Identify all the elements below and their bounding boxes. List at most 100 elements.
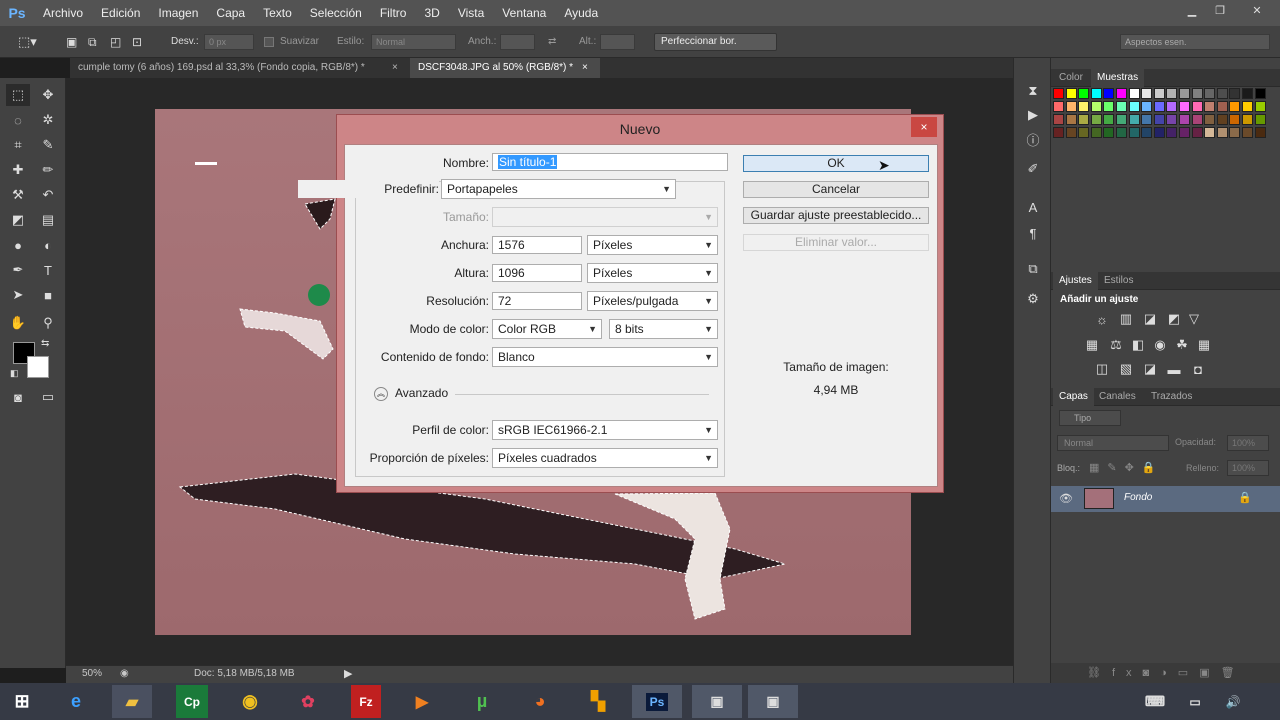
channel-mixer-icon[interactable]: ☘ — [1173, 336, 1191, 354]
color-swatch[interactable] — [1090, 127, 1102, 138]
width-input[interactable] — [500, 34, 535, 50]
opacity-input[interactable]: 100% — [1227, 435, 1269, 451]
media-player-icon[interactable]: ▶ — [402, 685, 442, 718]
modo-color-select[interactable]: Color RGB ▼ — [492, 319, 602, 339]
color-swatch[interactable] — [1128, 88, 1140, 99]
history-panel-icon[interactable]: ⧗ — [1021, 80, 1045, 102]
path-selection-tool-icon[interactable]: ➤ — [6, 284, 30, 306]
filezilla-icon[interactable]: Fz — [351, 685, 381, 718]
color-swatch[interactable] — [1254, 127, 1266, 138]
tab-cumple-tomy[interactable]: cumple tomy (6 años) 169.psd al 33,3% (F… — [70, 58, 405, 78]
color-swatch[interactable] — [1204, 88, 1216, 99]
healing-brush-tool-icon[interactable]: ✚ — [6, 159, 30, 181]
marquee-preset-icon[interactable]: ⬚▾ — [18, 34, 44, 50]
color-swatch[interactable] — [1254, 114, 1266, 125]
black-white-icon[interactable]: ◧ — [1129, 336, 1147, 354]
move-tool-icon[interactable]: ✥ — [36, 84, 60, 106]
bits-select[interactable]: 8 bits ▼ — [609, 319, 718, 339]
lasso-tool-icon[interactable]: ◌ — [6, 109, 30, 131]
quick-mask-icon[interactable]: ◙ — [6, 386, 30, 408]
hand-tool-icon[interactable]: ✋ — [6, 312, 30, 334]
utorrent-icon[interactable]: µ — [462, 685, 502, 718]
camtasia-icon[interactable]: Cp — [176, 685, 208, 718]
tab-color[interactable]: Color — [1053, 69, 1089, 87]
color-swatch[interactable] — [1153, 127, 1165, 138]
color-swatch[interactable] — [1191, 127, 1203, 138]
color-swatch[interactable] — [1216, 114, 1228, 125]
layer-filter-select[interactable]: Tipo — [1059, 410, 1121, 426]
exposure-icon[interactable]: ◩ — [1165, 310, 1183, 328]
office-icon[interactable]: ▚ — [578, 685, 618, 718]
type-tool-icon[interactable]: T — [36, 259, 60, 281]
paragraph-panel-icon[interactable]: ¶ — [1021, 222, 1045, 244]
pen-tool-icon[interactable]: ✒ — [6, 259, 30, 281]
app-window-2-icon[interactable]: ▣ — [748, 685, 798, 718]
photo-filter-icon[interactable]: ◉ — [1151, 336, 1169, 354]
color-swatch[interactable] — [1053, 88, 1064, 99]
paint-icon[interactable]: ✿ — [288, 685, 328, 718]
altura-unit-select[interactable]: Píxeles ▼ — [587, 263, 718, 283]
color-swatch[interactable] — [1242, 101, 1253, 112]
color-swatch[interactable] — [1078, 101, 1090, 112]
color-swatch[interactable] — [1254, 101, 1266, 112]
color-swatch[interactable] — [1141, 101, 1153, 112]
clone-source-panel-icon[interactable]: ⧉ — [1021, 258, 1045, 280]
curves-icon[interactable]: ◪ — [1141, 310, 1159, 328]
color-swatch[interactable] — [1191, 101, 1203, 112]
color-swatch[interactable] — [1204, 101, 1216, 112]
volume-icon[interactable]: 🔊 — [1218, 685, 1248, 718]
color-swatch[interactable] — [1229, 114, 1241, 125]
color-swatch[interactable] — [1090, 101, 1102, 112]
fill-input[interactable]: 100% — [1227, 460, 1269, 476]
color-swatch[interactable] — [1141, 127, 1153, 138]
menu-texto[interactable]: Texto — [254, 0, 301, 26]
color-swatch[interactable] — [1229, 88, 1241, 99]
guardar-ajuste-button[interactable]: Guardar ajuste preestablecido... — [743, 207, 929, 224]
levels-icon[interactable]: ▥ — [1117, 310, 1135, 328]
chrome-icon[interactable]: ◉ — [230, 685, 270, 718]
swap-dimensions-icon[interactable]: ⇄ — [548, 34, 556, 50]
color-swatch[interactable] — [1128, 114, 1140, 125]
zoom-level[interactable]: 50% — [82, 668, 102, 679]
selective-color-icon[interactable]: ◘ — [1189, 360, 1207, 378]
color-swatch[interactable] — [1090, 88, 1102, 99]
layer-visibility-eye-icon[interactable]: 👁 — [1059, 492, 1073, 505]
windows-start-icon[interactable]: ⊞ — [2, 685, 42, 718]
menu-filtro[interactable]: Filtro — [371, 0, 416, 26]
actions-panel-icon[interactable]: ▶ — [1021, 104, 1045, 126]
internet-explorer-icon[interactable]: e — [56, 685, 96, 718]
color-swatch[interactable] — [1179, 127, 1190, 138]
color-swatch[interactable] — [1116, 127, 1127, 138]
character-panel-icon[interactable]: A — [1021, 196, 1045, 218]
tab-dscf3048[interactable]: DSCF3048.JPG al 50% (RGB/8*) * × — [410, 58, 600, 78]
screen-mode-icon[interactable]: ▭ — [36, 386, 60, 408]
menu-ventana[interactable]: Ventana — [493, 0, 555, 26]
anchura-unit-select[interactable]: Píxeles ▼ — [587, 235, 718, 255]
menu-ayuda[interactable]: Ayuda — [555, 0, 607, 26]
color-swatch[interactable] — [1254, 88, 1266, 99]
color-swatch[interactable] — [1090, 114, 1102, 125]
color-swatch[interactable] — [1179, 88, 1190, 99]
color-swatch[interactable] — [1078, 114, 1090, 125]
color-swatch[interactable] — [1116, 101, 1127, 112]
menu-vista[interactable]: Vista — [449, 0, 493, 26]
brush-tool-icon[interactable]: ✏ — [36, 159, 60, 181]
keyboard-icon[interactable]: ⌨ — [1140, 685, 1170, 718]
color-swatch[interactable] — [1191, 88, 1203, 99]
default-colors-icon[interactable]: ◧ — [10, 368, 19, 379]
background-color-swatch[interactable] — [27, 356, 49, 378]
color-swatch[interactable] — [1065, 101, 1077, 112]
threshold-icon[interactable]: ◪ — [1141, 360, 1159, 378]
gradient-tool-icon[interactable]: ▤ — [36, 209, 60, 231]
color-swatch[interactable] — [1166, 127, 1178, 138]
posterize-icon[interactable]: ▧ — [1117, 360, 1135, 378]
color-swatch[interactable] — [1204, 127, 1216, 138]
style-select[interactable]: Normal — [371, 34, 456, 50]
menu-3d[interactable]: 3D — [415, 0, 448, 26]
menu-edicion[interactable]: Edición — [92, 0, 149, 26]
color-swatch[interactable] — [1065, 114, 1077, 125]
lock-icons[interactable]: ▦✎✥🔒 — [1089, 461, 1164, 474]
resolucion-unit-select[interactable]: Píxeles/pulgada ▼ — [587, 291, 718, 311]
info-panel-icon[interactable]: ⓘ — [1021, 128, 1045, 150]
restore-icon[interactable]: ❐ — [1210, 3, 1230, 18]
